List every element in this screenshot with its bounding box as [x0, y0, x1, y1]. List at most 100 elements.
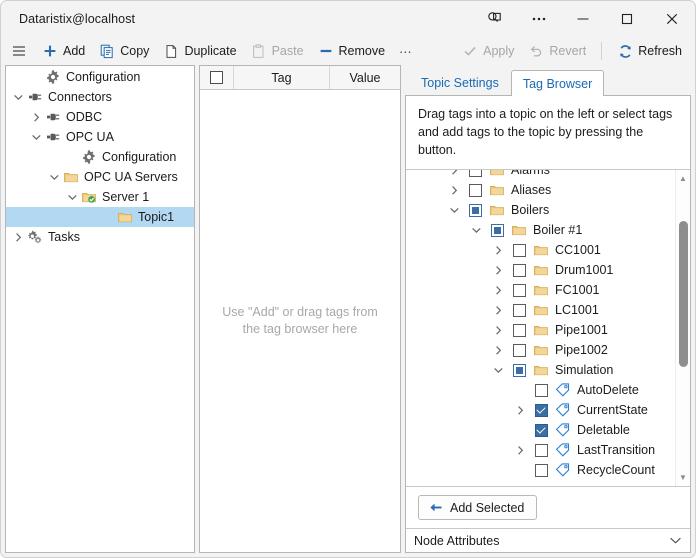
tree-twisty[interactable]	[446, 170, 463, 180]
tree-twisty[interactable]	[28, 107, 44, 127]
tag-checkbox[interactable]	[529, 460, 553, 480]
chevron-down-icon[interactable]	[669, 534, 682, 548]
tag-checkbox[interactable]	[507, 360, 531, 380]
tree-twisty[interactable]	[490, 300, 507, 320]
tag-checkbox[interactable]	[529, 440, 553, 460]
tree-twisty[interactable]	[490, 240, 507, 260]
checkbox-checked[interactable]	[535, 424, 548, 437]
scroll-down-arrow-icon[interactable]: ▼	[676, 469, 691, 486]
tag-checkbox[interactable]	[463, 200, 487, 220]
tag-checkbox[interactable]	[463, 180, 487, 200]
sidebar-item-tasks[interactable]: Tasks	[6, 227, 194, 247]
remove-button[interactable]: Remove	[311, 39, 393, 63]
chevron-right-icon[interactable]	[449, 170, 460, 176]
chevron-down-icon[interactable]	[493, 365, 504, 376]
tag-checkbox[interactable]	[529, 380, 553, 400]
column-header-value[interactable]: Value	[330, 66, 400, 89]
checkbox-checked[interactable]	[535, 404, 548, 417]
maximize-button[interactable]	[605, 2, 649, 37]
sidebar-item-opc-ua-servers[interactable]: OPC UA Servers	[6, 167, 194, 187]
checkbox-none[interactable]	[513, 304, 526, 317]
chevron-right-icon[interactable]	[493, 305, 504, 316]
tag-tree-row[interactable]: Deletable	[406, 420, 675, 440]
checkbox-none[interactable]	[535, 384, 548, 397]
tree-twisty[interactable]	[446, 200, 463, 220]
tag-tree-row[interactable]: Alarms	[406, 170, 675, 180]
tag-checkbox[interactable]	[507, 260, 531, 280]
tree-twisty[interactable]	[490, 320, 507, 340]
tag-checkbox[interactable]	[529, 400, 553, 420]
checkbox-none[interactable]	[469, 170, 482, 177]
checkbox-none[interactable]	[513, 264, 526, 277]
add-button[interactable]: Add	[35, 39, 92, 63]
checkbox-none[interactable]	[513, 344, 526, 357]
tag-tree-row[interactable]: Aliases	[406, 180, 675, 200]
chevron-right-icon[interactable]	[31, 112, 42, 123]
tree-twisty[interactable]	[28, 127, 44, 147]
tag-tree-row[interactable]: FC1001	[406, 280, 675, 300]
chevron-right-icon[interactable]	[493, 285, 504, 296]
chevron-down-icon[interactable]	[13, 92, 24, 103]
tree-twisty[interactable]	[64, 187, 80, 207]
chevron-right-icon[interactable]	[449, 185, 460, 196]
tree-twisty[interactable]	[490, 340, 507, 360]
sidebar-item-odbc[interactable]: ODBC	[6, 107, 194, 127]
chevron-down-icon[interactable]	[49, 172, 60, 183]
tag-checkbox[interactable]	[507, 320, 531, 340]
tag-tree-row[interactable]: RecycleCount	[406, 460, 675, 480]
chevron-right-icon[interactable]	[493, 325, 504, 336]
chevron-right-icon[interactable]	[493, 245, 504, 256]
scrollbar-thumb[interactable]	[679, 221, 688, 368]
tag-tree-row[interactable]: Pipe1002	[406, 340, 675, 360]
chevron-right-icon[interactable]	[493, 345, 504, 356]
sidebar-item-configuration[interactable]: Configuration	[6, 147, 194, 167]
tree-twisty[interactable]	[446, 180, 463, 200]
tag-checkbox[interactable]	[507, 300, 531, 320]
tag-checkbox[interactable]	[507, 240, 531, 260]
chevron-right-icon[interactable]	[13, 232, 24, 243]
tag-tree-scrollbar[interactable]: ▲ ▼	[675, 170, 690, 486]
tree-twisty[interactable]	[490, 360, 507, 380]
checkbox-none[interactable]	[535, 444, 548, 457]
chevron-right-icon[interactable]	[515, 445, 526, 456]
scroll-up-arrow-icon[interactable]: ▲	[676, 170, 691, 187]
tag-checkbox[interactable]	[485, 220, 509, 240]
checkbox-partial[interactable]	[469, 204, 482, 217]
checkbox-none[interactable]	[513, 244, 526, 257]
sidebar-item-opc-ua[interactable]: OPC UA	[6, 127, 194, 147]
sidebar-item-topic1[interactable]: Topic1	[6, 207, 194, 227]
tag-browser-tree[interactable]: AlarmsAliasesBoilersBoiler #1CC1001Drum1…	[406, 170, 675, 480]
tag-tree-row[interactable]: Pipe1001	[406, 320, 675, 340]
scrollbar-track[interactable]	[676, 187, 691, 469]
column-header-tag[interactable]: Tag	[234, 66, 330, 89]
node-attributes-section[interactable]: Node Attributes	[406, 528, 690, 552]
add-selected-button[interactable]: Add Selected	[418, 495, 537, 520]
tag-tree-row[interactable]: Boiler #1	[406, 220, 675, 240]
checkbox-partial[interactable]	[513, 364, 526, 377]
chevron-down-icon[interactable]	[31, 132, 42, 143]
checkbox-none[interactable]	[513, 324, 526, 337]
sidebar-item-connectors[interactable]: Connectors	[6, 87, 194, 107]
tag-tree-row[interactable]: CC1001	[406, 240, 675, 260]
checkbox-none[interactable]	[535, 464, 548, 477]
tab-topic-settings[interactable]: Topic Settings	[409, 70, 511, 95]
tag-checkbox[interactable]	[529, 420, 553, 440]
tag-checkbox[interactable]	[507, 340, 531, 360]
duplicate-button[interactable]: Duplicate	[156, 39, 243, 63]
tag-checkbox[interactable]	[463, 170, 487, 180]
tree-twisty[interactable]	[10, 227, 26, 247]
more-options-icon[interactable]	[517, 2, 561, 37]
chevron-right-icon[interactable]	[493, 265, 504, 276]
tag-tree-row[interactable]: Simulation	[406, 360, 675, 380]
chevron-down-icon[interactable]	[471, 225, 482, 236]
select-all-checkbox[interactable]	[210, 71, 223, 84]
select-all-header[interactable]	[200, 66, 234, 89]
tree-twisty[interactable]	[468, 220, 485, 240]
tree-twisty[interactable]	[10, 87, 26, 107]
tag-tree-row[interactable]: Drum1001	[406, 260, 675, 280]
chevron-down-icon[interactable]	[67, 192, 78, 203]
checkbox-none[interactable]	[513, 284, 526, 297]
tag-checkbox[interactable]	[507, 280, 531, 300]
sidebar-item-configuration[interactable]: Configuration	[6, 67, 194, 87]
tree-twisty[interactable]	[490, 260, 507, 280]
